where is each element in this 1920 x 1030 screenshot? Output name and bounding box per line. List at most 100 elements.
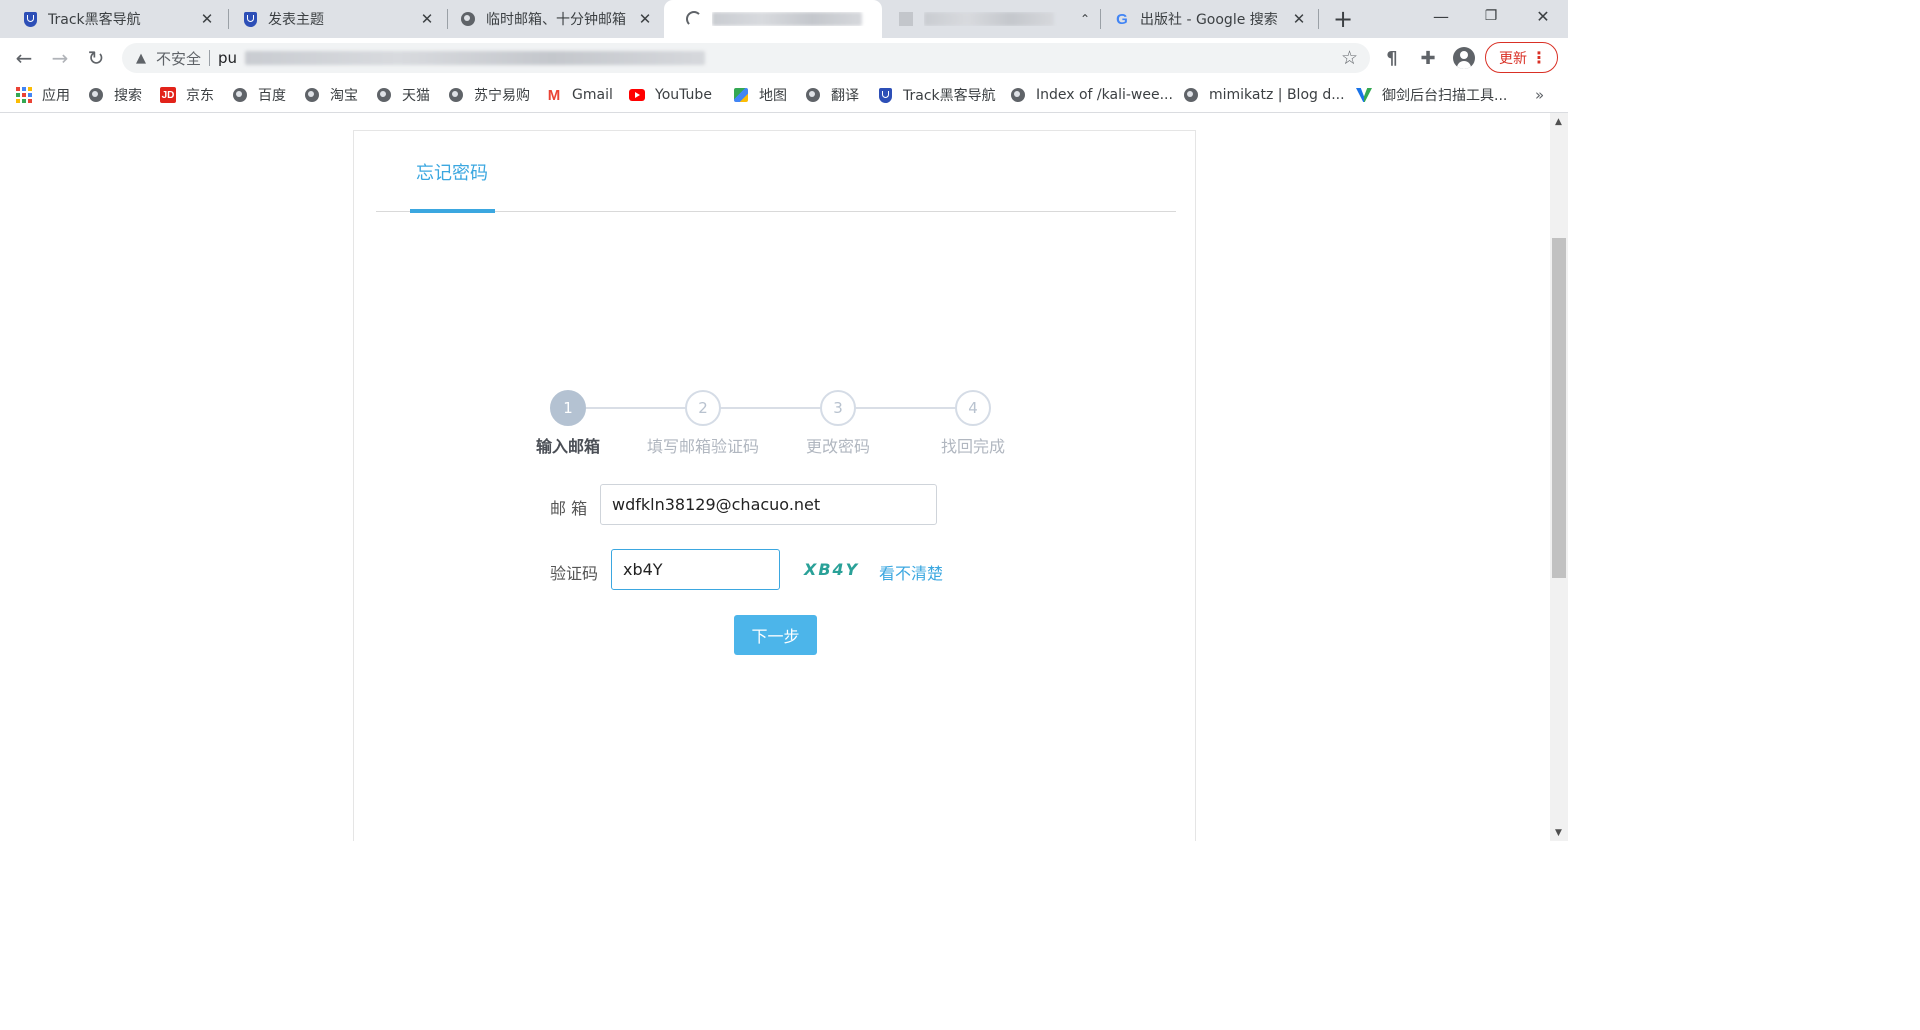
restore-button[interactable]: ❐ <box>1466 0 1516 32</box>
globe-icon <box>448 87 464 103</box>
globe-icon <box>460 11 476 27</box>
profile-avatar-icon[interactable] <box>1452 46 1476 70</box>
tab-label: 发表主题 <box>268 12 324 28</box>
captcha-label: 验证码 <box>550 564 599 583</box>
new-tab-button[interactable]: + <box>1330 5 1356 33</box>
globe-icon <box>805 87 821 103</box>
step-1-circle: 1 <box>550 390 586 426</box>
bookmark-kali[interactable]: Index of /kali-wee... <box>1010 78 1173 112</box>
tab-google-search[interactable]: G 出版社 - Google 搜索 ✕ <box>1092 0 1318 38</box>
tab-post-topic[interactable]: 发表主题 ✕ <box>220 0 446 38</box>
shield-icon <box>877 87 893 103</box>
captcha-image[interactable]: XB4Y <box>804 560 859 579</box>
bookmark-label: 百度 <box>258 88 286 104</box>
vertical-scrollbar[interactable]: ▲ ▼ <box>1550 113 1568 841</box>
back-button[interactable]: ← <box>10 44 38 72</box>
warning-icon[interactable]: ▲ <box>136 51 146 66</box>
bookmark-taobao[interactable]: 淘宝 <box>304 78 358 112</box>
bookmark-label: YouTube <box>655 87 712 103</box>
close-icon[interactable]: ✕ <box>1290 10 1308 28</box>
shield-icon <box>22 11 38 27</box>
security-status[interactable]: 不安全 <box>156 48 201 69</box>
tab-active[interactable] <box>664 0 882 38</box>
bookmark-track-nav[interactable]: Track黑客导航 <box>877 78 996 112</box>
bookmark-label: 淘宝 <box>330 88 358 104</box>
bookmark-maps[interactable]: 地图 <box>733 78 787 112</box>
address-bar[interactable]: ▲ 不安全 pu ☆ <box>122 43 1370 73</box>
maps-icon <box>733 87 749 103</box>
close-icon[interactable]: ✕ <box>636 10 654 28</box>
scroll-down-icon[interactable]: ▼ <box>1555 828 1562 838</box>
globe-icon <box>898 11 914 27</box>
bookmark-label: 应用 <box>42 88 70 104</box>
bookmark-label: 苏宁易购 <box>474 88 530 104</box>
bookmark-label: 天猫 <box>402 88 430 104</box>
tab-temp-mail[interactable]: 临时邮箱、十分钟邮箱 ✕ <box>438 0 664 38</box>
bookmark-label: 京东 <box>186 88 214 104</box>
url-text[interactable]: pu <box>218 49 237 67</box>
reload-button[interactable]: ↻ <box>82 44 110 72</box>
update-button[interactable]: 更新 ⋮ <box>1485 42 1558 73</box>
tab-label: Track黑客导航 <box>48 12 141 28</box>
bookmark-yujian[interactable]: 御剑后台扫描工具... <box>1356 78 1507 112</box>
step-4-circle: 4 <box>955 390 991 426</box>
bookmark-gmail[interactable]: M Gmail <box>546 78 613 112</box>
shield-icon <box>242 11 258 27</box>
step-2-circle: 2 <box>685 390 721 426</box>
bookmark-label: 地图 <box>759 88 787 104</box>
minimize-button[interactable]: — <box>1416 0 1466 32</box>
globe-icon <box>232 87 248 103</box>
step-4-label: 找回完成 <box>940 437 1005 456</box>
scroll-up-icon[interactable]: ▲ <box>1555 117 1562 127</box>
page-content: 忘记密码 1 2 3 4 输入邮箱 填写邮箱验证码 更改密码 找回完成 邮 箱 … <box>0 113 1550 841</box>
bookmark-youtube[interactable]: YouTube <box>629 78 712 112</box>
yujian-icon <box>1356 87 1372 103</box>
tab-label-blurred <box>712 12 882 26</box>
bookmark-suning[interactable]: 苏宁易购 <box>448 78 530 112</box>
bookmark-baidu[interactable]: 百度 <box>232 78 286 112</box>
globe-icon <box>376 87 392 103</box>
refresh-captcha-link[interactable]: 看不清楚 <box>879 560 943 584</box>
bookmark-mimikatz[interactable]: mimikatz | Blog d... <box>1183 78 1345 112</box>
browser-toolbar: ← → ↻ ▲ 不安全 pu ☆ ¶ ✚ 更新 ⋮ <box>0 38 1568 78</box>
next-step-button[interactable]: 下一步 <box>734 615 817 655</box>
email-field[interactable]: wdfkln38129@chacuo.net <box>600 484 937 525</box>
bookmarks-bar: 应用 搜索 JD 京东 百度 淘宝 天猫 苏宁易购 M Gmail YouTub… <box>0 78 1568 113</box>
loading-icon <box>686 11 702 27</box>
title-active-underline <box>410 209 495 213</box>
tab-track-nav[interactable]: Track黑客导航 ✕ <box>0 0 226 38</box>
extensions-puzzle-icon[interactable]: ✚ <box>1416 46 1440 70</box>
google-icon: G <box>1116 10 1128 28</box>
close-icon[interactable]: ✕ <box>198 10 216 28</box>
bookmark-translate[interactable]: 翻译 <box>805 78 859 112</box>
globe-icon <box>304 87 320 103</box>
bookmarks-overflow-button[interactable]: » <box>1535 78 1544 112</box>
bookmark-jd[interactable]: JD 京东 <box>160 78 214 112</box>
update-label: 更新 <box>1499 50 1527 67</box>
scrollbar-thumb[interactable] <box>1552 238 1566 578</box>
tab-label: 临时邮箱、十分钟邮箱 <box>486 12 626 28</box>
divider <box>209 50 211 66</box>
bookmark-label: Index of /kali-wee... <box>1036 87 1173 103</box>
bookmark-star-icon[interactable]: ☆ <box>1341 47 1358 69</box>
menu-dots-icon: ⋮ <box>1531 48 1547 67</box>
tab-separator <box>1318 9 1319 29</box>
globe-icon <box>1183 87 1199 103</box>
pilcrow-extension-icon[interactable]: ¶ <box>1380 46 1404 70</box>
forgot-password-card: 忘记密码 1 2 3 4 输入邮箱 填写邮箱验证码 更改密码 找回完成 邮 箱 … <box>353 130 1196 841</box>
bookmark-search[interactable]: 搜索 <box>88 78 142 112</box>
close-window-button[interactable]: ✕ <box>1518 0 1568 32</box>
captcha-field[interactable]: xb4Y <box>611 549 780 590</box>
bookmark-apps[interactable]: 应用 <box>16 78 70 112</box>
close-icon[interactable]: ✕ <box>418 10 436 28</box>
tab-blurred[interactable]: ⌃ <box>884 0 1104 38</box>
bookmark-tmall[interactable]: 天猫 <box>376 78 430 112</box>
tab-strip: Track黑客导航 ✕ 发表主题 ✕ 临时邮箱、十分钟邮箱 ✕ ⌃ G 出版社 … <box>0 0 1568 38</box>
globe-icon <box>88 87 104 103</box>
bookmark-label: 翻译 <box>831 88 859 104</box>
page-title[interactable]: 忘记密码 <box>416 159 488 185</box>
steps-connector-line <box>586 407 956 409</box>
url-blurred <box>245 51 706 65</box>
email-label: 邮 箱 <box>550 499 588 518</box>
forward-button[interactable]: → <box>46 44 74 72</box>
